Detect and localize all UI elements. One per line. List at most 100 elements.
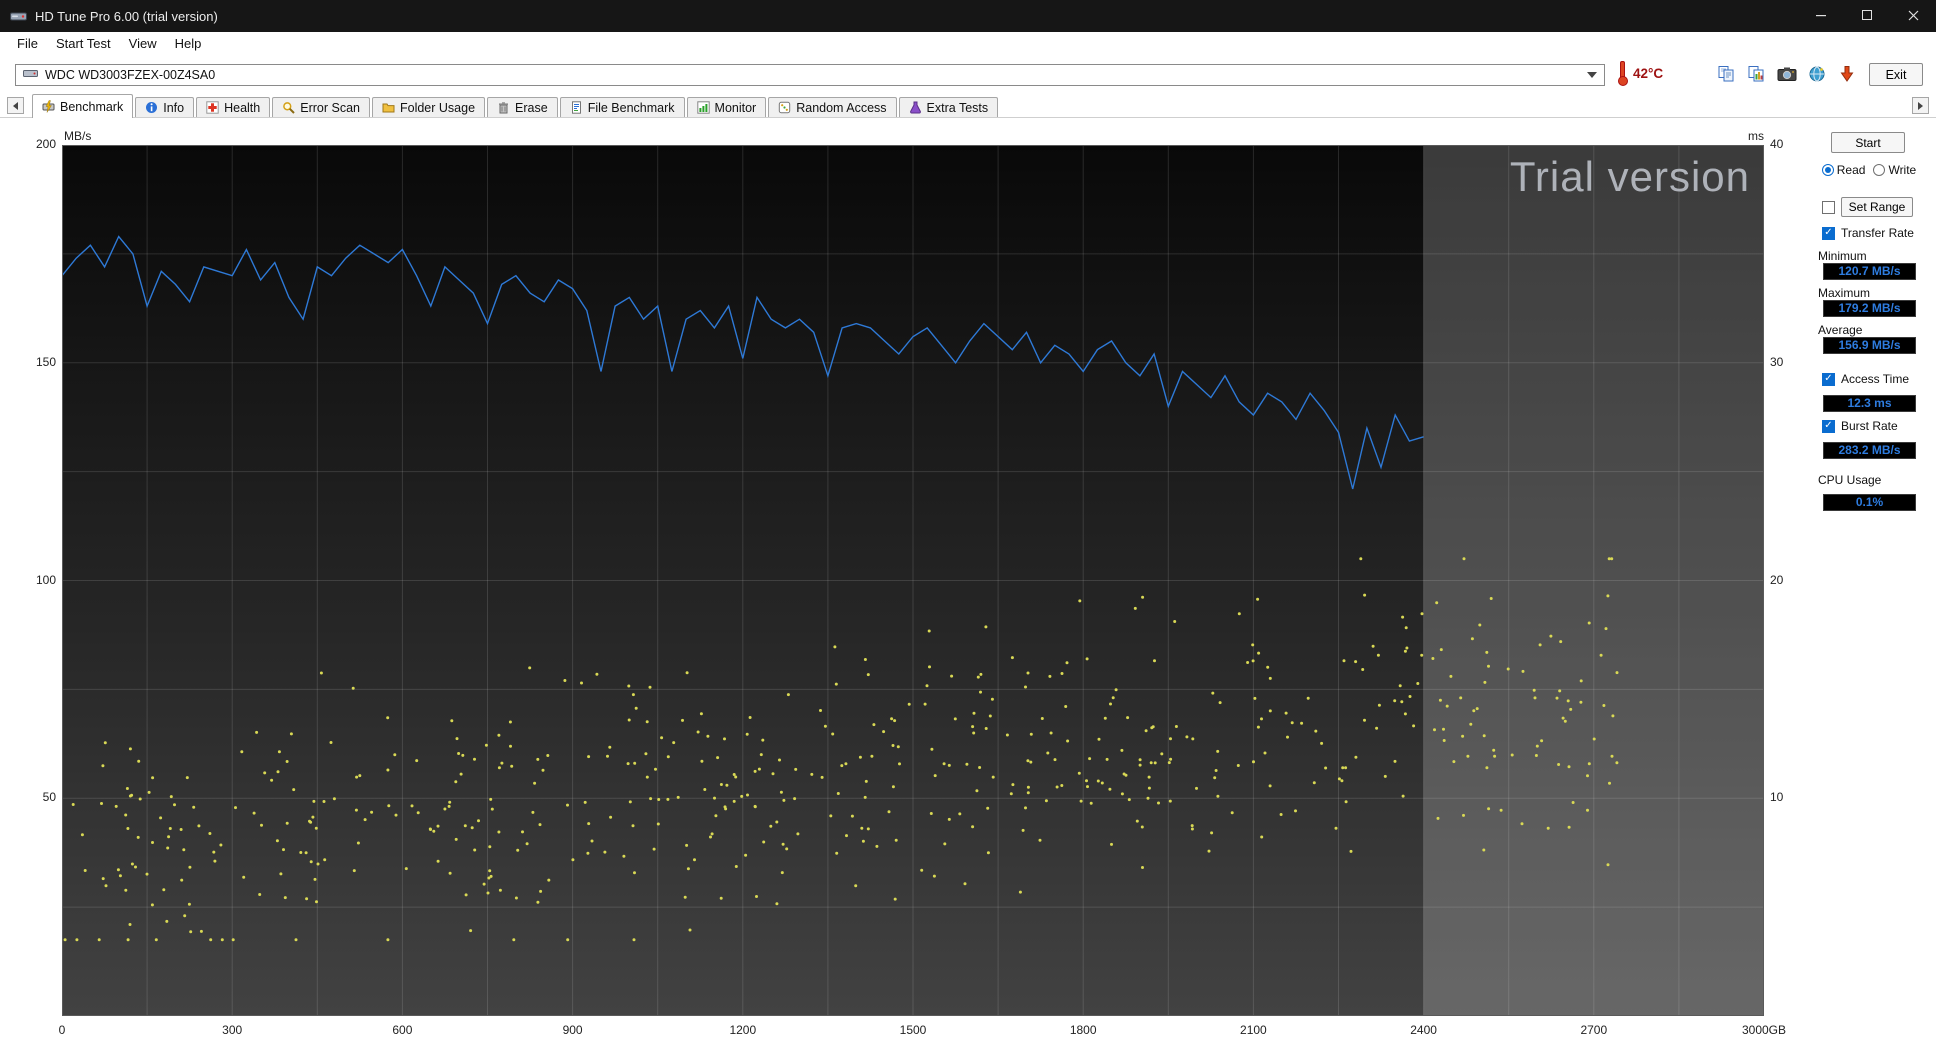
toolbar: WDC WD3003FZEX-00Z4SA0 42°C Exit: [0, 54, 1936, 94]
right-axis-tick: 40: [1770, 137, 1784, 151]
copy-text-icon[interactable]: [1714, 61, 1740, 87]
title-bar: HD Tune Pro 6.00 (trial version): [0, 0, 1936, 32]
tab-monitor[interactable]: Monitor: [686, 97, 767, 117]
hd-tune-window: HD Tune Pro 6.00 (trial version) File Sta…: [0, 0, 1936, 1048]
tab-random-access[interactable]: Random Access: [768, 97, 897, 117]
menu-bar: File Start Test View Help: [0, 32, 1936, 54]
maximum-label: Maximum: [1818, 286, 1871, 300]
set-range-button[interactable]: Set Range: [1841, 197, 1913, 217]
exit-button[interactable]: Exit: [1869, 63, 1923, 86]
tab-info[interactable]: Info: [135, 97, 195, 117]
x-axis-tick: 0: [58, 1023, 66, 1037]
close-button[interactable]: [1890, 0, 1936, 32]
tab-label: Error Scan: [300, 100, 360, 115]
average-label: Average: [1818, 323, 1863, 337]
tab-label: Random Access: [796, 100, 887, 115]
tab-folder-usage[interactable]: Folder Usage: [371, 97, 486, 117]
minimize-button[interactable]: [1798, 0, 1844, 32]
x-axis-tick: 300: [222, 1023, 243, 1037]
set-range-row: Set Range: [1822, 197, 1913, 217]
x-axis-end-label: 3000GB: [1741, 1023, 1787, 1037]
random-access-icon: [778, 101, 791, 114]
tab-erase[interactable]: Erase: [487, 97, 558, 117]
tab-scroll-left-button[interactable]: [7, 97, 24, 114]
screenshot-icon[interactable]: [1774, 61, 1800, 87]
burst-rate-label: Burst Rate: [1841, 419, 1898, 433]
health-icon: [206, 101, 219, 114]
tab-label: Extra Tests: [926, 100, 989, 115]
close-icon: [1908, 9, 1919, 24]
tab-strip: Benchmark Info Health Error Scan Folder Usag…: [0, 94, 1936, 118]
window-controls: [1798, 0, 1936, 32]
set-range-checkbox[interactable]: [1822, 200, 1835, 214]
drive-selector[interactable]: WDC WD3003FZEX-00Z4SA0: [15, 64, 1605, 86]
transfer-rate-checkbox[interactable]: [1822, 226, 1835, 240]
x-axis-tick: 1800: [1069, 1023, 1097, 1037]
copy-image-icon[interactable]: [1744, 61, 1770, 87]
menu-item-view[interactable]: View: [120, 34, 166, 53]
burst-rate-checkbox[interactable]: [1822, 419, 1835, 433]
tab-label: Folder Usage: [399, 100, 476, 115]
minimize-icon: [1815, 9, 1827, 24]
arrow-right-icon: [1918, 101, 1923, 110]
web-icon[interactable]: [1804, 61, 1830, 87]
access-time-label: Access Time: [1841, 372, 1910, 386]
tab-label: File Benchmark: [587, 100, 675, 115]
tab-benchmark[interactable]: Benchmark: [32, 94, 134, 118]
tab-label: Info: [163, 100, 185, 115]
maximize-icon: [1861, 9, 1873, 24]
burst-rate-row: Burst Rate: [1822, 419, 1898, 433]
app-icon: [10, 10, 27, 23]
start-button[interactable]: Start: [1831, 132, 1905, 153]
monitor-icon: [696, 101, 710, 114]
tab-error-scan[interactable]: Error Scan: [272, 97, 370, 117]
x-axis-tick: 1200: [729, 1023, 757, 1037]
right-axis-unit: ms: [1748, 129, 1764, 143]
cpu-usage-value: 0.1%: [1823, 494, 1916, 511]
tab-file-benchmark[interactable]: File Benchmark: [559, 97, 685, 117]
tab-label: Monitor: [714, 100, 757, 115]
maximize-button[interactable]: [1844, 0, 1890, 32]
tab-extra-tests[interactable]: Extra Tests: [898, 97, 999, 117]
arrow-left-icon: [13, 101, 18, 110]
write-radio-label: Write: [1888, 163, 1917, 177]
menu-item-file[interactable]: File: [8, 34, 47, 53]
right-axis-tick: 20: [1770, 572, 1784, 587]
toolbar-icons: [1714, 61, 1860, 87]
benchmark-plot: Trial version: [62, 145, 1764, 1016]
read-radio-circle: [1821, 164, 1834, 176]
benchmark-chart-svg: [62, 145, 1764, 1016]
download-icon[interactable]: [1834, 61, 1860, 87]
x-axis-tick: 900: [562, 1023, 583, 1037]
extra-tests-icon: [909, 101, 922, 114]
thermometer-icon: [1617, 60, 1628, 86]
info-icon: [145, 101, 158, 114]
benchmark-icon: [42, 100, 55, 113]
erase-icon: [497, 101, 510, 114]
x-axis-tick: 2700: [1580, 1023, 1608, 1037]
control-panel: Start Read Write Set Range Transfer Rate: [1810, 118, 1936, 1048]
menu-item-start-test[interactable]: Start Test: [47, 34, 120, 53]
file-benchmark-icon: [570, 101, 583, 114]
x-axis-tick: 2400: [1410, 1023, 1437, 1037]
temperature-value: 42°C: [1633, 65, 1664, 81]
burst-rate-value: 283.2 MB/s: [1823, 442, 1916, 459]
x-axis-tick: 600: [392, 1023, 413, 1037]
cpu-usage-label: CPU Usage: [1818, 473, 1882, 487]
folder-usage-icon: [382, 101, 395, 114]
trial-watermark: Trial version: [1509, 153, 1750, 200]
access-time-value: 12.3 ms: [1823, 395, 1916, 412]
tab-scroll-right-button[interactable]: [1912, 97, 1929, 114]
left-axis-unit: MB/s: [64, 129, 92, 143]
read-radio[interactable]: Read: [1821, 163, 1865, 177]
access-time-checkbox[interactable]: [1822, 372, 1835, 386]
write-radio-circle: [1873, 164, 1886, 176]
write-radio[interactable]: Write: [1873, 163, 1916, 177]
menu-item-help[interactable]: Help: [166, 34, 211, 53]
error-scan-icon: [282, 101, 295, 114]
tab-health[interactable]: Health: [196, 97, 271, 117]
tab-label: Erase: [515, 100, 548, 115]
read-write-options: Read Write: [1810, 163, 1928, 177]
transfer-rate-label: Transfer Rate: [1841, 226, 1914, 240]
left-axis-tick: 200: [35, 137, 56, 151]
